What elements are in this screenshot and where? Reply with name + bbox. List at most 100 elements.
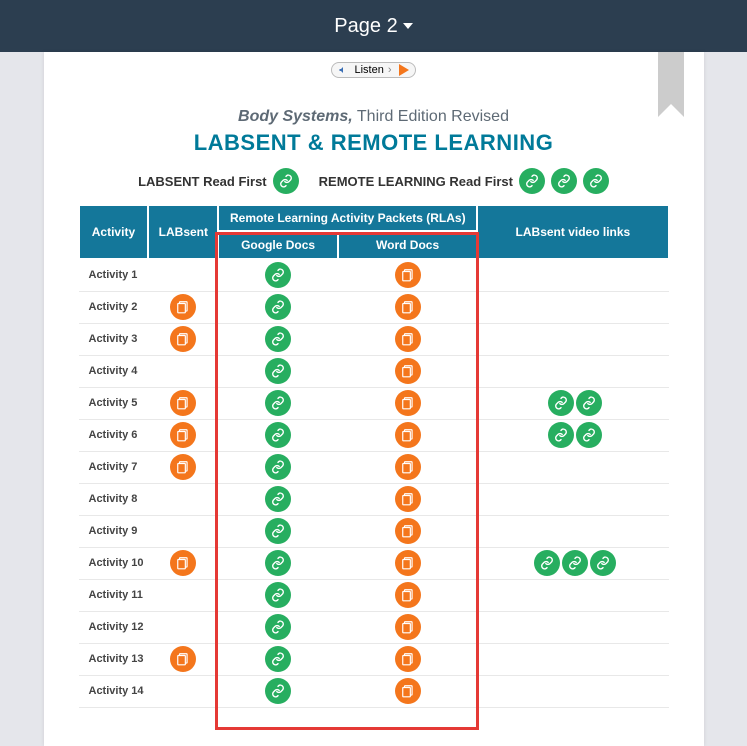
link-icon[interactable]: [265, 454, 291, 480]
google-docs-cell: [218, 355, 338, 387]
video-links-cell: [477, 515, 668, 547]
labsent-cell: [148, 387, 218, 419]
document-icon[interactable]: [170, 454, 196, 480]
link-icon[interactable]: [265, 582, 291, 608]
link-icon[interactable]: [548, 422, 574, 448]
document-icon[interactable]: [395, 518, 421, 544]
word-docs-cell: [338, 643, 477, 675]
google-docs-cell: [218, 291, 338, 323]
header-video: LABsent video links: [477, 205, 668, 259]
google-docs-cell: [218, 611, 338, 643]
table-row: Activity 1: [79, 259, 669, 291]
table-row: Activity 4: [79, 355, 669, 387]
activity-label: Activity 8: [79, 483, 149, 515]
google-docs-cell: [218, 483, 338, 515]
table-row: Activity 7: [79, 451, 669, 483]
link-icon[interactable]: [265, 550, 291, 576]
labsent-cell: [148, 611, 218, 643]
link-icon[interactable]: [576, 390, 602, 416]
link-icon[interactable]: [265, 390, 291, 416]
link-icon[interactable]: [551, 168, 577, 194]
link-icon[interactable]: [590, 550, 616, 576]
table-row: Activity 11: [79, 579, 669, 611]
table-header: Activity LABsent Remote Learning Activit…: [79, 205, 669, 259]
link-icon[interactable]: [273, 168, 299, 194]
link-icon[interactable]: [265, 326, 291, 352]
remote-read-first-label: REMOTE LEARNING Read First: [319, 174, 513, 189]
activity-label: Activity 10: [79, 547, 149, 579]
labsent-cell: [148, 515, 218, 547]
link-icon[interactable]: [576, 422, 602, 448]
link-icon[interactable]: [265, 294, 291, 320]
activity-label: Activity 6: [79, 419, 149, 451]
table-row: Activity 8: [79, 483, 669, 515]
chevron-down-icon[interactable]: [403, 23, 413, 29]
video-links-cell: [477, 419, 668, 451]
header-word-docs: Word Docs: [338, 231, 477, 259]
link-icon[interactable]: [548, 390, 574, 416]
document-icon[interactable]: [395, 678, 421, 704]
activity-label: Activity 11: [79, 579, 149, 611]
word-docs-cell: [338, 451, 477, 483]
document-icon[interactable]: [395, 454, 421, 480]
top-bar: Page 2: [0, 0, 747, 52]
document-icon[interactable]: [395, 422, 421, 448]
document-icon[interactable]: [170, 326, 196, 352]
document-icon[interactable]: [395, 294, 421, 320]
labsent-cell: [148, 291, 218, 323]
table-row: Activity 10: [79, 547, 669, 579]
document-icon[interactable]: [395, 582, 421, 608]
activity-label: Activity 2: [79, 291, 149, 323]
document-icon[interactable]: [170, 646, 196, 672]
word-docs-cell: [338, 611, 477, 643]
labsent-cell: [148, 547, 218, 579]
main-title: LABSENT & REMOTE LEARNING: [44, 130, 704, 156]
video-links-cell: [477, 643, 668, 675]
speaker-icon: [338, 64, 350, 76]
table-row: Activity 2: [79, 291, 669, 323]
play-icon[interactable]: [399, 64, 409, 76]
listen-button[interactable]: Listen ›: [331, 62, 415, 78]
document-icon[interactable]: [395, 262, 421, 288]
link-icon[interactable]: [519, 168, 545, 194]
subtitle-italic: Body Systems,: [238, 108, 353, 125]
page-indicator[interactable]: Page 2: [334, 15, 397, 38]
activity-label: Activity 13: [79, 643, 149, 675]
video-links-cell: [477, 451, 668, 483]
activity-label: Activity 7: [79, 451, 149, 483]
activity-label: Activity 1: [79, 259, 149, 291]
video-links-cell: [477, 355, 668, 387]
link-icon[interactable]: [265, 262, 291, 288]
document-icon[interactable]: [395, 646, 421, 672]
link-icon[interactable]: [265, 646, 291, 672]
document-icon[interactable]: [170, 550, 196, 576]
bookmark-ribbon-icon: [658, 52, 684, 104]
document-icon[interactable]: [395, 486, 421, 512]
link-icon[interactable]: [265, 518, 291, 544]
link-icon[interactable]: [265, 358, 291, 384]
document-icon[interactable]: [170, 390, 196, 416]
table-row: Activity 12: [79, 611, 669, 643]
link-icon[interactable]: [265, 614, 291, 640]
document-icon[interactable]: [395, 358, 421, 384]
document-icon[interactable]: [170, 294, 196, 320]
document-icon[interactable]: [395, 614, 421, 640]
link-icon[interactable]: [265, 486, 291, 512]
document-icon[interactable]: [395, 326, 421, 352]
labsent-cell: [148, 355, 218, 387]
document-icon[interactable]: [395, 390, 421, 416]
labsent-cell: [148, 483, 218, 515]
chevron-right-icon: ›: [388, 64, 392, 76]
document-icon[interactable]: [170, 422, 196, 448]
video-links-cell: [477, 291, 668, 323]
link-icon[interactable]: [265, 422, 291, 448]
document-icon[interactable]: [395, 550, 421, 576]
google-docs-cell: [218, 451, 338, 483]
table-row: Activity 6: [79, 419, 669, 451]
labsent-cell: [148, 643, 218, 675]
link-icon[interactable]: [534, 550, 560, 576]
link-icon[interactable]: [265, 678, 291, 704]
link-icon[interactable]: [583, 168, 609, 194]
table-row: Activity 14: [79, 675, 669, 707]
link-icon[interactable]: [562, 550, 588, 576]
